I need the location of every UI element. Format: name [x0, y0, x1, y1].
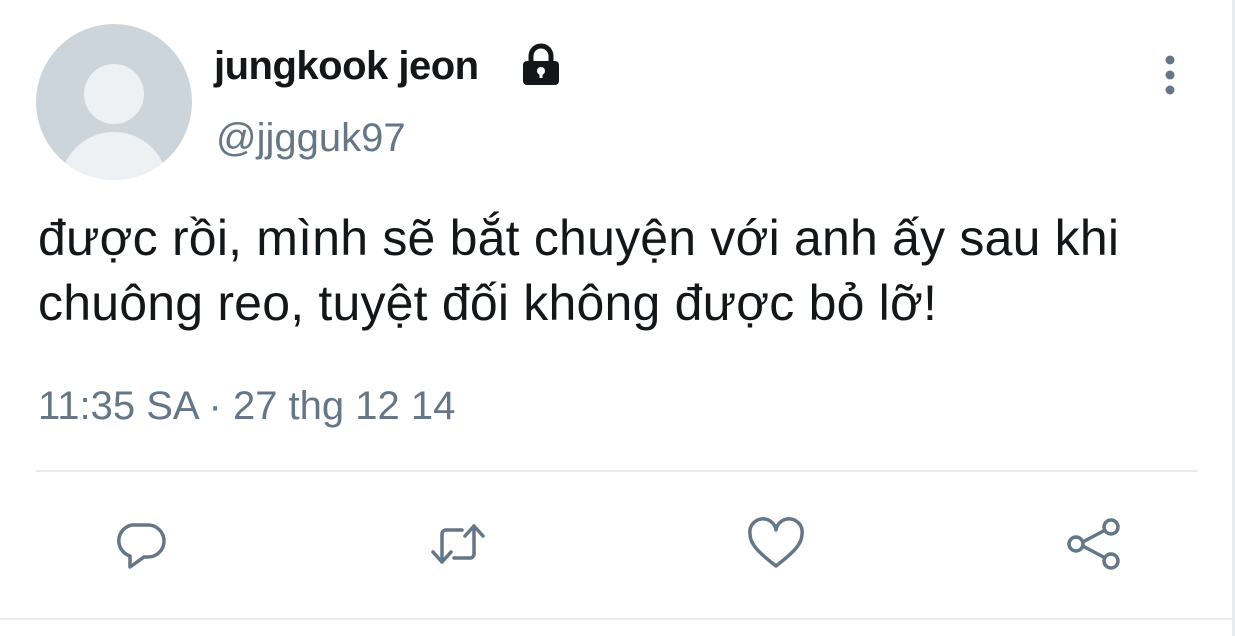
tweet-timestamp[interactable]: 11:35 SA · 27 thg 12 14	[38, 384, 455, 429]
display-name[interactable]: jungkook jeon	[214, 44, 479, 89]
retweet-icon	[431, 524, 485, 564]
lock-icon	[523, 43, 559, 85]
share-button[interactable]	[1064, 514, 1124, 574]
retweet-button[interactable]	[428, 514, 488, 574]
reply-icon	[117, 523, 166, 569]
action-divider	[36, 470, 1198, 472]
avatar[interactable]	[36, 24, 192, 180]
avatar-body-shape	[60, 132, 168, 180]
avatar-head-shape	[84, 64, 144, 124]
share-icon	[1067, 518, 1120, 570]
more-options-icon[interactable]	[1150, 52, 1190, 98]
user-handle[interactable]: @jjgguk97	[216, 116, 406, 161]
tweet-text: được rồi, mình sẽ bắt chuyện với anh ấy …	[38, 210, 1120, 331]
heart-icon	[748, 517, 804, 568]
bottom-divider	[0, 618, 1235, 620]
reply-button[interactable]	[110, 514, 170, 574]
like-button[interactable]	[746, 514, 806, 574]
